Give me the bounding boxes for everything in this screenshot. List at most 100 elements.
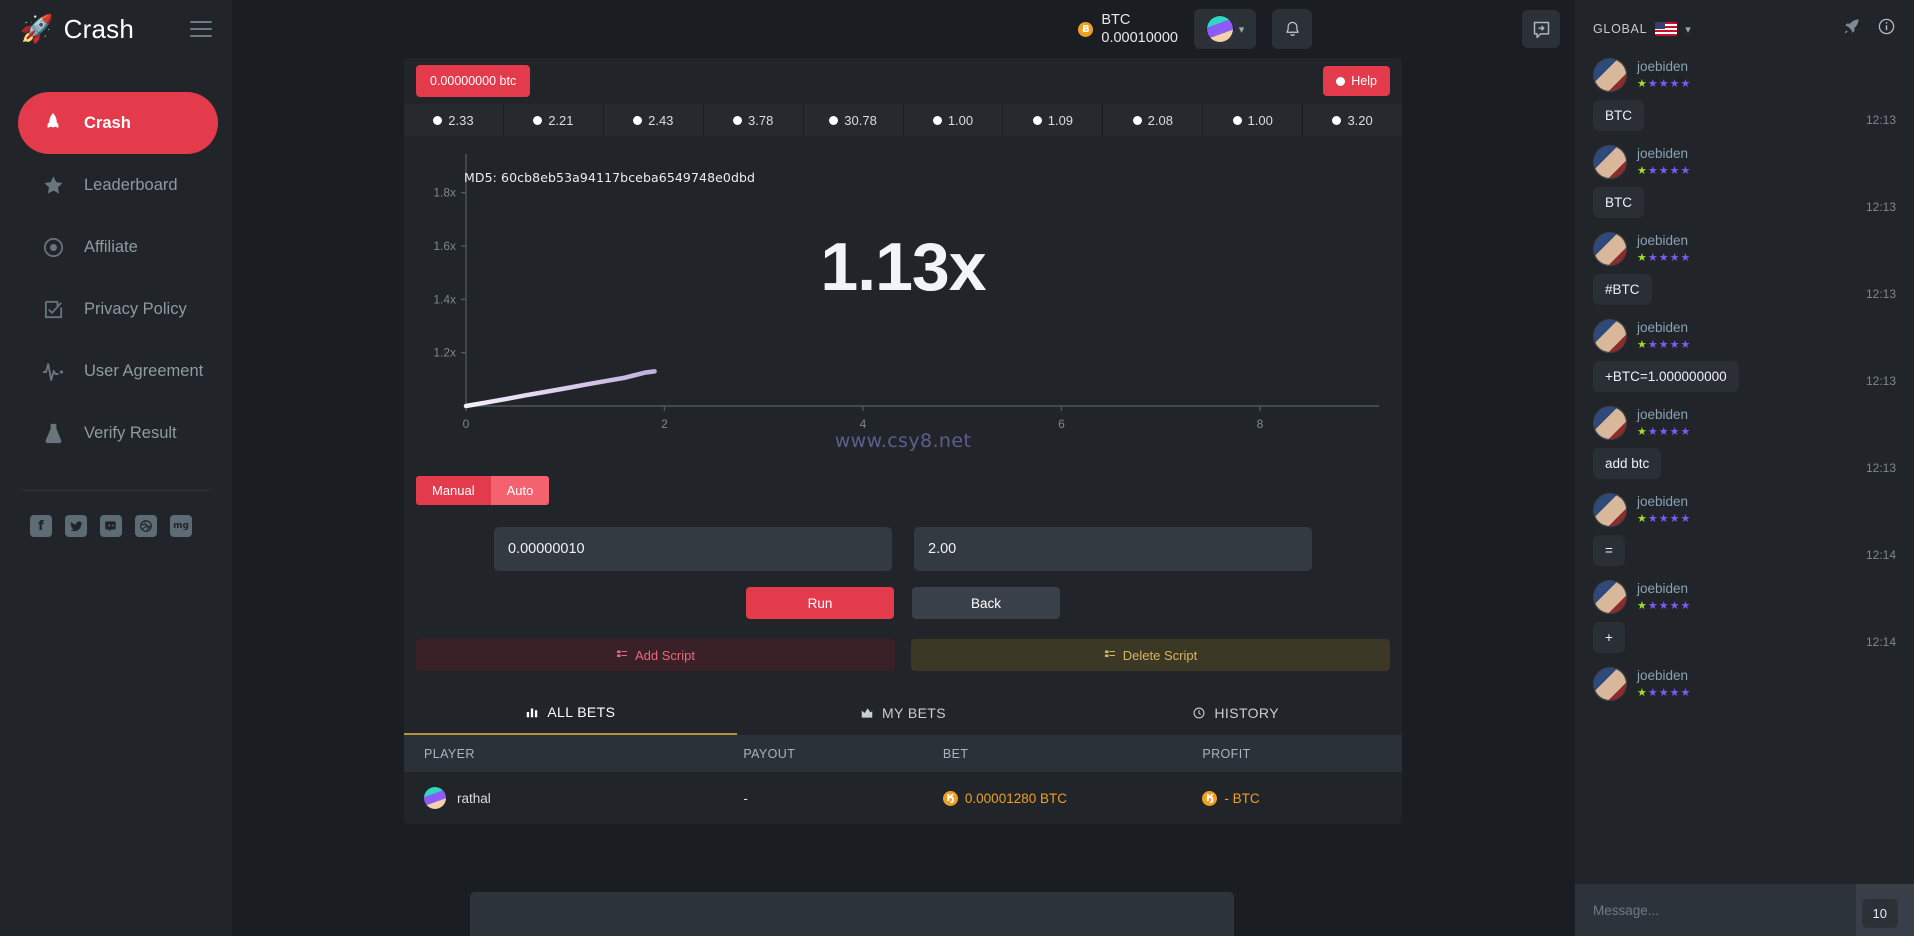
run-button[interactable]: Run [746, 587, 894, 619]
avatar[interactable] [1593, 493, 1627, 527]
rank-stars-icon: ★★★★★ [1637, 165, 1692, 177]
chat-username[interactable]: joebiden [1637, 59, 1691, 74]
game-header: 0.00000000 btc Help [404, 58, 1402, 104]
chat-message: joebiden ★★★★★ BTC 12:13 [1593, 58, 1896, 131]
us-flag-icon [1655, 22, 1678, 36]
chat-user-meta: joebiden ★★★★★ [1637, 232, 1691, 264]
avatar [1205, 15, 1234, 43]
main-content: Ƀ BTC 0.00010000 ▾ 0.00000000 btc Help 2… [232, 0, 1574, 936]
history-badge[interactable]: 3.20 [1303, 104, 1403, 136]
rocket-icon: 🚀 [20, 13, 54, 44]
chevron-down-icon[interactable]: ▾ [1685, 23, 1691, 36]
avatar[interactable] [1593, 667, 1627, 701]
history-badge[interactable]: 2.08 [1103, 104, 1204, 136]
add-script-button[interactable]: Add Script [416, 639, 895, 671]
chat-message-header: joebiden ★★★★★ [1593, 58, 1896, 92]
rocket-icon [40, 110, 66, 136]
sidebar-item-privacy-policy[interactable]: Privacy Policy [18, 278, 218, 340]
chat-message-time: 12:13 [1865, 461, 1896, 475]
history-badge[interactable]: 2.33 [404, 104, 504, 136]
bar-chart-icon [527, 708, 538, 718]
discord-icon[interactable] [100, 515, 122, 537]
history-badge[interactable]: 3.78 [703, 104, 804, 136]
rank-stars-icon: ★★★★★ [1637, 339, 1692, 351]
history-badge[interactable]: 1.00 [1203, 104, 1304, 136]
twitter-icon[interactable] [65, 515, 87, 537]
info-icon[interactable] [1877, 17, 1896, 41]
avatar[interactable] [1593, 58, 1627, 92]
chat-username[interactable]: joebiden [1637, 668, 1691, 683]
avatar[interactable] [1593, 232, 1627, 266]
delete-script-button[interactable]: Delete Script [911, 639, 1390, 671]
chat-message-header: joebiden ★★★★★ [1593, 406, 1896, 440]
unread-badge[interactable]: 10 [1861, 899, 1898, 928]
chat-user-meta: joebiden ★★★★★ [1637, 406, 1691, 438]
history-badge[interactable]: 1.00 [903, 104, 1004, 136]
history-value: 1.00 [947, 112, 974, 128]
chat-collapse-button[interactable] [1522, 10, 1560, 48]
bets-table-header: PLAYER PAYOUT BET PROFIT [404, 736, 1402, 772]
sidebar-item-leaderboard[interactable]: Leaderboard [18, 154, 218, 216]
btc-coin-icon: Ӄ [942, 790, 958, 806]
account-menu-button[interactable]: ▾ [1194, 9, 1256, 49]
back-button[interactable]: Back [912, 587, 1060, 619]
history-badge[interactable]: 2.43 [603, 104, 704, 136]
balance-display: Ƀ BTC 0.00010000 [1078, 11, 1178, 47]
tab-all-bets[interactable]: ALL BETS [404, 691, 737, 735]
sidebar-item-verify-result[interactable]: Verify Result [18, 402, 218, 464]
tab-history[interactable]: HISTORY [1069, 691, 1402, 735]
chat-username[interactable]: joebiden [1637, 494, 1691, 509]
chat-message-time: 12:14 [1865, 635, 1896, 649]
avatar[interactable] [1593, 319, 1627, 353]
avatar[interactable] [1593, 580, 1627, 614]
chat-username[interactable]: joebiden [1637, 320, 1691, 335]
rank-stars-icon: ★★★★★ [1637, 513, 1692, 525]
brand-title: Crash [63, 13, 134, 44]
history-badge[interactable]: 30.78 [803, 104, 904, 136]
chat-message: joebiden ★★★★★ BTC 12:13 [1593, 145, 1896, 218]
chat-message-time: 12:13 [1865, 374, 1896, 388]
tab-my-bets[interactable]: MY BETS [737, 691, 1070, 735]
chat-message: joebiden ★★★★★ +BTC=1.000000000 12:13 [1593, 319, 1896, 392]
auto-cashout-input[interactable]: 2.00 [914, 527, 1312, 571]
balance-currency: BTC [1101, 11, 1131, 28]
chart-icon [861, 708, 873, 718]
chat-username[interactable]: joebiden [1637, 581, 1691, 596]
sidebar-item-affiliate[interactable]: Affiliate [18, 216, 218, 278]
help-button[interactable]: Help [1323, 66, 1390, 96]
bell-icon [1285, 21, 1299, 36]
chat-messages[interactable]: joebiden ★★★★★ BTC 12:13 joebiden ★★★★★ BTC 12:… [1575, 58, 1914, 884]
mg-icon[interactable]: mg [170, 515, 192, 537]
social-links: f mg [0, 491, 232, 537]
rocket-icon[interactable] [1842, 17, 1861, 41]
avatar[interactable] [1593, 145, 1627, 179]
chat-message-text: +BTC=1.000000000 [1593, 361, 1739, 392]
mode-toggle: Manual Auto [416, 476, 550, 505]
sidebar-item-user-agreement[interactable]: User Agreement [18, 340, 218, 402]
chat-username[interactable]: joebiden [1637, 146, 1691, 161]
chat-username[interactable]: joebiden [1637, 407, 1691, 422]
history-badge[interactable]: 2.21 [503, 104, 604, 136]
mode-manual-button[interactable]: Manual [416, 476, 491, 505]
cell-player: rathal [404, 787, 743, 809]
topbar: Ƀ BTC 0.00010000 ▾ [232, 0, 1574, 58]
history-badge[interactable]: 1.09 [1003, 104, 1104, 136]
star-icon [40, 172, 66, 198]
chat-message-input[interactable]: Message... [1575, 884, 1856, 936]
history-value: 2.43 [648, 112, 674, 128]
table-row[interactable]: rathal - Ӄ 0.00001280 BTC Ӄ - BTC [404, 772, 1402, 824]
menu-toggle-button[interactable] [190, 21, 212, 37]
facebook-icon[interactable]: f [30, 515, 52, 537]
bet-amount-input[interactable]: 0.00000010 [494, 527, 892, 571]
bet-amount-badge[interactable]: 0.00000000 btc [416, 65, 531, 97]
dribbble-icon[interactable] [135, 515, 157, 537]
svg-text:6: 6 [1058, 417, 1065, 431]
help-label: Help [1351, 74, 1377, 88]
chat-username[interactable]: joebiden [1637, 233, 1691, 248]
avatar[interactable] [1593, 406, 1627, 440]
chat-message-header: joebiden ★★★★★ [1593, 319, 1896, 353]
game-panel-wrap: 0.00000000 btc Help 2.33 2.21 2.43 3.78 … [232, 58, 1574, 824]
sidebar-item-crash[interactable]: Crash [18, 92, 218, 154]
mode-auto-button[interactable]: Auto [490, 476, 550, 505]
notifications-button[interactable] [1272, 9, 1312, 49]
